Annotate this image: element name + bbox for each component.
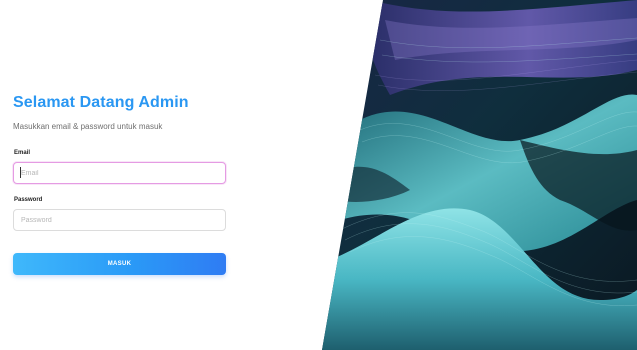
- hero-wave-image: [322, 0, 637, 350]
